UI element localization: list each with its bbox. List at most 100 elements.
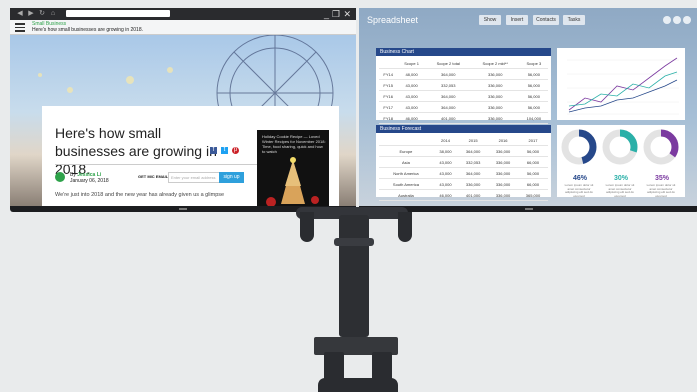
forecast-table-cell[interactable]: Europe xyxy=(379,145,433,157)
forecast-table-column-header[interactable]: 2014 xyxy=(432,135,459,146)
chart-table-cell[interactable]: FY15 xyxy=(379,79,398,91)
chart-table-row: FY16 43,000 364,000 336,000 56,000 xyxy=(379,90,548,102)
chart-table-cell[interactable]: 336,000 xyxy=(470,90,520,102)
close-icon[interactable]: ✕ xyxy=(343,8,351,20)
forecast-table-cell[interactable]: 364,000 xyxy=(458,167,489,179)
forecast-table-cell[interactable]: 336,000 xyxy=(488,189,519,201)
chart-table-row: FY15 43,000 332,053 336,000 56,000 xyxy=(379,79,548,91)
series-teal-line xyxy=(568,71,678,107)
chart-table-cell[interactable]: 336,000 xyxy=(470,112,520,124)
business-forecast-title: Business Forecast xyxy=(376,125,551,133)
chart-table-column-header[interactable] xyxy=(379,58,398,69)
chart-table-cell[interactable]: FY14 xyxy=(379,68,398,80)
chart-table-cell[interactable]: 336,000 xyxy=(470,101,520,113)
business-forecast-card: Business Forecast 2014 2015 2016 2017 Europe… xyxy=(376,125,551,201)
forecast-table-column-header[interactable] xyxy=(379,135,433,146)
article-headline: Here's how small businesses are growing … xyxy=(55,125,217,177)
stand-clamp-base xyxy=(318,378,398,392)
tab-contacts[interactable]: Contacts xyxy=(533,15,559,25)
chart-table-cell[interactable]: 56,000 xyxy=(519,79,548,91)
tab-tasks[interactable]: Tasks xyxy=(563,15,585,25)
author-date: January 06, 2018 xyxy=(70,178,109,184)
chart-table-cell[interactable]: 56,000 xyxy=(519,101,548,113)
forecast-table-cell[interactable]: South America xyxy=(379,178,433,190)
forecast-table-cell[interactable]: 56,000 xyxy=(518,145,548,157)
forecast-table-cell[interactable]: 336,000 xyxy=(488,178,519,190)
address-bar[interactable] xyxy=(66,10,170,17)
forecast-table-row: Asia 43,000 332,053 336,000 66,000 xyxy=(379,156,548,168)
cookie-tree-image xyxy=(266,157,319,206)
back-icon[interactable]: ◀ xyxy=(16,10,24,18)
chart-table-column-header[interactable]: Scope 3 xyxy=(519,58,548,69)
chart-table-cell[interactable]: 48,000 xyxy=(397,68,426,80)
chart-table-cell[interactable]: FY16 xyxy=(379,90,398,102)
chart-table-cell[interactable]: 56,000 xyxy=(519,90,548,102)
chart-table-cell[interactable]: 332,053 xyxy=(425,79,471,91)
pinterest-icon[interactable]: p xyxy=(232,147,239,154)
chart-table-cell[interactable]: 364,000 xyxy=(425,101,471,113)
forecast-table-cell[interactable]: 66,000 xyxy=(518,178,548,190)
chart-table-row: FY17 43,000 364,000 336,000 56,000 xyxy=(379,101,548,113)
forecast-table-cell[interactable]: 66,000 xyxy=(518,156,548,168)
forecast-table-cell[interactable]: 336,000 xyxy=(458,178,489,190)
minimize-icon[interactable] xyxy=(673,16,681,24)
forecast-table-cell[interactable]: 365,000 xyxy=(518,189,548,201)
twitter-icon[interactable]: t xyxy=(221,147,228,154)
close-icon[interactable] xyxy=(683,16,691,24)
stand-left-hook xyxy=(300,212,314,242)
tab-show[interactable]: Show xyxy=(479,15,501,25)
reload-icon[interactable]: ↻ xyxy=(38,10,46,18)
forecast-table-cell[interactable]: 401,000 xyxy=(458,189,489,201)
chart-table-cell[interactable]: 364,000 xyxy=(425,90,471,102)
chart-table-column-header[interactable]: Scope 2 total xyxy=(425,58,471,69)
chart-table-cell[interactable]: 104,000 xyxy=(519,112,548,124)
forecast-table-cell[interactable]: 332,053 xyxy=(458,156,489,168)
forecast-table-cell[interactable]: 46,000 xyxy=(432,189,459,201)
forward-icon[interactable]: ▶ xyxy=(27,10,35,18)
chart-table-cell[interactable]: FY17 xyxy=(379,101,398,113)
email-field[interactable]: Enter your email address xyxy=(168,172,220,183)
chart-table-cell[interactable]: 46,000 xyxy=(397,112,426,124)
line-chart xyxy=(567,57,679,115)
donut-charts xyxy=(561,129,679,165)
chart-table-column-header[interactable]: Scope 1 xyxy=(397,58,426,69)
series-blue-line xyxy=(568,79,678,113)
chart-table-cell[interactable]: 364,000 xyxy=(425,68,471,80)
home-icon[interactable]: ⌂ xyxy=(49,10,57,18)
forecast-table-cell[interactable]: North America xyxy=(379,167,433,179)
minimize-icon[interactable]: _ xyxy=(324,8,329,20)
forecast-table-cell[interactable]: 56,000 xyxy=(518,167,548,179)
forecast-table-column-header[interactable]: 2015 xyxy=(458,135,489,146)
chart-table-cell[interactable]: 43,000 xyxy=(397,101,426,113)
forecast-table-cell[interactable]: 336,000 xyxy=(488,145,519,157)
forecast-table-cell[interactable]: 43,000 xyxy=(432,156,459,168)
forecast-table-column-header[interactable]: 2016 xyxy=(488,135,519,146)
forecast-table-cell[interactable]: 43,000 xyxy=(432,178,459,190)
menu-icon[interactable] xyxy=(15,23,25,32)
chart-table-cell[interactable]: FY18 xyxy=(379,112,398,124)
chart-table-cell[interactable]: 56,000 xyxy=(519,68,548,80)
forecast-table-cell[interactable]: Australia xyxy=(379,189,433,201)
chart-table-cell[interactable]: 336,000 xyxy=(470,79,520,91)
right-monitor-logo xyxy=(525,208,533,210)
forecast-table-cell[interactable]: 38,000 xyxy=(432,145,459,157)
facebook-icon[interactable]: f xyxy=(210,147,217,154)
signup-button[interactable]: sign up xyxy=(219,172,244,183)
chart-table-column-header[interactable]: Scope 2 mkt** xyxy=(470,58,520,69)
forecast-table-cell[interactable]: 43,000 xyxy=(432,167,459,179)
maximize-icon[interactable]: ❐ xyxy=(332,8,340,20)
forecast-table-cell[interactable]: Asia xyxy=(379,156,433,168)
chart-table-cell[interactable]: 401,000 xyxy=(425,112,471,124)
chart-table-cell[interactable]: 336,000 xyxy=(470,68,520,80)
chart-table-cell[interactable]: 43,000 xyxy=(397,79,426,91)
settings-icon[interactable] xyxy=(663,16,671,24)
business-chart-table: Scope 1 Scope 2 total Scope 2 mkt** Scope 3… xyxy=(379,58,548,124)
forecast-table-column-header[interactable]: 2017 xyxy=(518,135,548,146)
forecast-table-cell[interactable]: 364,000 xyxy=(458,145,489,157)
right-monitor: Spreadsheet Show Insert Contacts Tasks B… xyxy=(359,8,697,212)
sidebar-ad[interactable]: Holiday Cookie Recipe — Loved Winter Rec… xyxy=(257,130,329,206)
forecast-table-cell[interactable]: 336,000 xyxy=(488,167,519,179)
tab-insert[interactable]: Insert xyxy=(506,15,528,25)
chart-table-cell[interactable]: 43,000 xyxy=(397,90,426,102)
forecast-table-cell[interactable]: 336,000 xyxy=(488,156,519,168)
